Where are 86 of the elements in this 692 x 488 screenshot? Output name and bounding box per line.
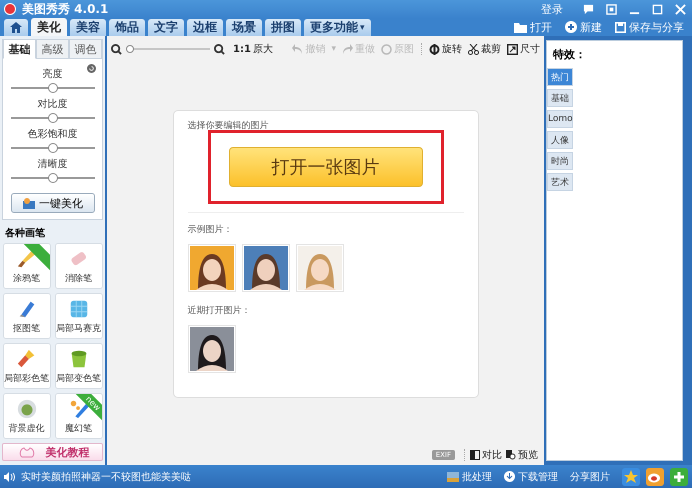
magnifier-icon (506, 450, 516, 460)
menu-tab[interactable]: 场景 (226, 19, 262, 36)
effect-category-tab[interactable]: Lomo (547, 110, 573, 128)
brush-tool[interactable]: 消除笔 (54, 243, 102, 289)
toolbar-button[interactable]: 旋转 (429, 42, 462, 56)
folder-icon (514, 22, 527, 32)
zoom-in-icon[interactable] (214, 44, 225, 54)
menu-tab[interactable]: 美容 (70, 19, 106, 36)
panel-tab[interactable]: 基础 (3, 40, 36, 59)
brush-tool[interactable]: 局部马赛克 (54, 293, 102, 339)
toolbar-button[interactable]: 尺寸 (507, 42, 540, 56)
section-title: 各种画笔 (5, 226, 46, 240)
top-action-button[interactable]: 新建 (565, 20, 602, 34)
download-icon (504, 471, 515, 482)
menu-tab[interactable]: 文字 (148, 19, 184, 36)
slider-label: 对比度 (38, 98, 68, 111)
weibo-icon[interactable] (646, 468, 664, 486)
resize-icon (507, 44, 518, 54)
slider-label: 色彩饱和度 (28, 128, 78, 141)
one-click-beautify-button[interactable]: 一键美化 (10, 193, 94, 213)
slider-thumb[interactable] (48, 113, 58, 123)
home-tab[interactable] (4, 19, 28, 36)
brush-tool[interactable]: 魔幻笔 new (54, 393, 102, 439)
top-action-button[interactable]: 打开 (514, 20, 552, 34)
brush-tool[interactable]: 涂鸦笔 (2, 243, 50, 289)
section-label: 示例图片： (188, 224, 232, 236)
login-link[interactable]: 登录 (541, 2, 563, 16)
slider-thumb[interactable] (48, 173, 58, 183)
save-icon (615, 22, 626, 32)
star-app-icon[interactable] (622, 468, 640, 486)
slider-thumb[interactable] (48, 83, 58, 93)
slider-thumb[interactable] (126, 45, 134, 53)
message-icon[interactable] (583, 4, 594, 14)
brush-tool[interactable]: 抠图笔 (2, 293, 50, 339)
maximize-icon[interactable] (652, 4, 663, 14)
effect-category-tab[interactable]: 时尚 (547, 152, 573, 170)
open-image-button[interactable]: 打开一张图片 (228, 146, 422, 186)
zoom-out-icon[interactable] (111, 44, 122, 54)
slider-label: 清晰度 (38, 158, 68, 171)
home-icon (10, 22, 22, 33)
reset-icon[interactable] (87, 64, 96, 73)
paintbrush-icon (16, 348, 38, 370)
menu-tab[interactable]: 饰品 (109, 19, 145, 36)
slider-label: 亮度 (42, 68, 62, 81)
app-logo-icon (4, 3, 16, 15)
close-icon[interactable] (675, 4, 686, 14)
circle-icon (381, 44, 392, 54)
status-action-button[interactable]: 批处理 (447, 470, 492, 484)
prompt-text: 选择你要编辑的图片 (188, 120, 268, 132)
brush-tool[interactable]: 局部变色笔 (54, 343, 102, 389)
redo-icon (342, 44, 353, 54)
plus-icon[interactable] (670, 468, 688, 486)
lens-icon (16, 398, 38, 420)
menu-tab[interactable]: 美化 (31, 18, 67, 36)
slider-thumb[interactable] (48, 143, 58, 153)
actual-size-button[interactable]: 1:1 原大 (233, 42, 273, 56)
menu-tab[interactable]: 边框 (187, 19, 223, 36)
panel-tab[interactable]: 高级 (36, 40, 69, 59)
menu-tab[interactable]: 更多功能 ▾ (304, 19, 371, 36)
panel-tab[interactable]: 调色 (69, 40, 102, 59)
effect-category-tab[interactable]: 热门 (547, 68, 573, 86)
section-label: 近期打开图片： (188, 304, 250, 316)
brush-tool[interactable]: 背景虚化 (2, 393, 50, 439)
tutorial-button[interactable]: 美化教程 (2, 443, 103, 461)
plus-icon (565, 21, 577, 33)
split-square-icon (470, 450, 480, 460)
scissors-icon (468, 44, 479, 54)
status-action-button[interactable]: 下载管理 (504, 470, 558, 484)
status-action-button[interactable]: 分享图片 (570, 470, 610, 484)
effect-category-tab[interactable]: 基础 (547, 89, 573, 107)
speaker-icon (4, 472, 15, 482)
preview-button[interactable]: 预览 (506, 448, 538, 462)
compare-button[interactable]: 对比 (470, 448, 502, 462)
status-message: 实时美颜拍照神器一不较图也能美美哒 (21, 470, 191, 484)
menu-tab[interactable]: 拼图 (265, 19, 301, 36)
window-title: 美图秀秀 4.0.1 (22, 0, 108, 18)
brush-tool[interactable]: 局部彩色笔 (2, 343, 50, 389)
rotate-icon (429, 44, 440, 54)
photo-icon (22, 197, 36, 209)
top-action-button[interactable]: 保存与分享 (615, 20, 684, 34)
undo-icon (292, 44, 304, 54)
toolbar-button[interactable]: 裁剪 (468, 42, 501, 56)
effect-category-tab[interactable]: 艺术 (547, 173, 573, 191)
image-icon (447, 472, 459, 482)
effects-title: 特效： (553, 47, 587, 62)
effect-category-tab[interactable]: 人像 (547, 131, 573, 149)
